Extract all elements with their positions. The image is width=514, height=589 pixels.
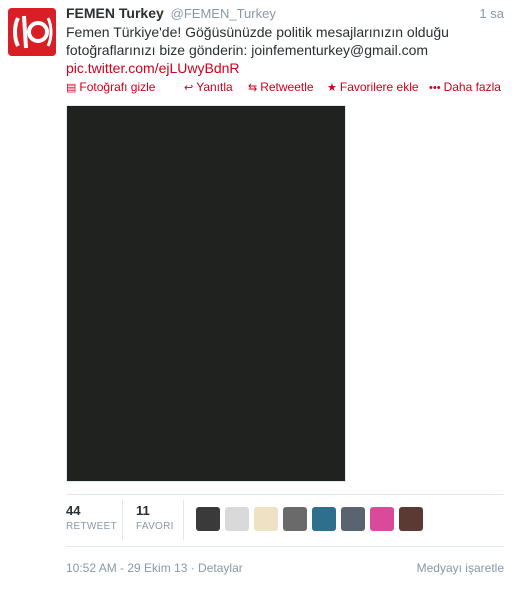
avatar[interactable] bbox=[8, 8, 56, 56]
retweet-count-label: RETWEET bbox=[66, 521, 117, 532]
favoriter-avatar[interactable] bbox=[399, 507, 423, 531]
favoriter-avatar[interactable] bbox=[225, 507, 249, 531]
author-handle[interactable]: @FEMEN_Turkey bbox=[171, 6, 276, 21]
favoriter-avatar[interactable] bbox=[283, 507, 307, 531]
tweet-body: Femen Türkiye'de! Göğüsünüzde politik me… bbox=[66, 24, 449, 58]
tweet-footer: 10:52 AM - 29 Ekim 13 · Detaylar Medyayı… bbox=[66, 561, 504, 575]
favoriter-avatar[interactable] bbox=[196, 507, 220, 531]
stat-divider bbox=[183, 500, 184, 540]
favorite-count-value: 11 bbox=[136, 503, 150, 518]
reply-action[interactable]: ↩ Yanıtla bbox=[184, 80, 233, 94]
favoriter-avatar[interactable] bbox=[370, 507, 394, 531]
tweet-header: FEMEN Turkey @FEMEN_Turkey 1 sa bbox=[66, 5, 504, 23]
favorite-count[interactable]: 11 FAVORI bbox=[136, 503, 174, 532]
favorite-label: Favorilere ekle bbox=[339, 80, 419, 94]
favorite-action[interactable]: ★ Favorilere ekle bbox=[327, 80, 419, 94]
tweet-actions: ▤ Fotoğrafı gizle ↩ Yanıtla ⇆ Retweetle ★ Fa… bbox=[66, 80, 504, 96]
retweet-icon: ⇆ bbox=[248, 82, 258, 94]
retweet-label: Retweetle bbox=[260, 80, 314, 94]
retweet-count-value: 44 bbox=[66, 503, 81, 518]
tweet-photo[interactable] bbox=[66, 105, 346, 482]
reply-label: Yanıtla bbox=[196, 80, 233, 94]
favoriter-avatar[interactable] bbox=[341, 507, 365, 531]
flag-media-link[interactable]: Medyayı işaretle bbox=[417, 561, 504, 575]
stat-divider bbox=[122, 500, 123, 540]
hide-photo-label: Fotoğrafı gizle bbox=[79, 80, 156, 94]
retweet-count[interactable]: 44 RETWEET bbox=[66, 503, 117, 532]
author-name[interactable]: FEMEN Turkey bbox=[66, 5, 164, 21]
tweet-link[interactable]: pic.twitter.com/ejLUwyBdnR bbox=[66, 60, 240, 76]
tweet-timestamp[interactable]: 10:52 AM - 29 Ekim 13 · Detaylar bbox=[66, 561, 243, 575]
tweet-text: Femen Türkiye'de! Göğüsünüzde politik me… bbox=[66, 23, 506, 77]
divider bbox=[66, 546, 504, 547]
favoriter-avatar[interactable] bbox=[254, 507, 278, 531]
divider bbox=[66, 494, 504, 495]
femen-logo-icon bbox=[8, 8, 56, 56]
retweet-action[interactable]: ⇆ Retweetle bbox=[248, 80, 314, 94]
more-icon: ••• bbox=[429, 82, 441, 94]
favoriter-avatar[interactable] bbox=[312, 507, 336, 531]
more-label: Daha fazla bbox=[443, 80, 501, 94]
more-action[interactable]: ••• Daha fazla bbox=[429, 80, 501, 94]
hide-photo-action[interactable]: ▤ Fotoğrafı gizle bbox=[66, 80, 155, 94]
tweet-time[interactable]: 1 sa bbox=[479, 6, 504, 21]
favorite-count-label: FAVORI bbox=[136, 521, 174, 532]
photo-icon: ▤ bbox=[66, 82, 77, 94]
reply-icon: ↩ bbox=[184, 82, 194, 94]
star-icon: ★ bbox=[327, 82, 337, 94]
